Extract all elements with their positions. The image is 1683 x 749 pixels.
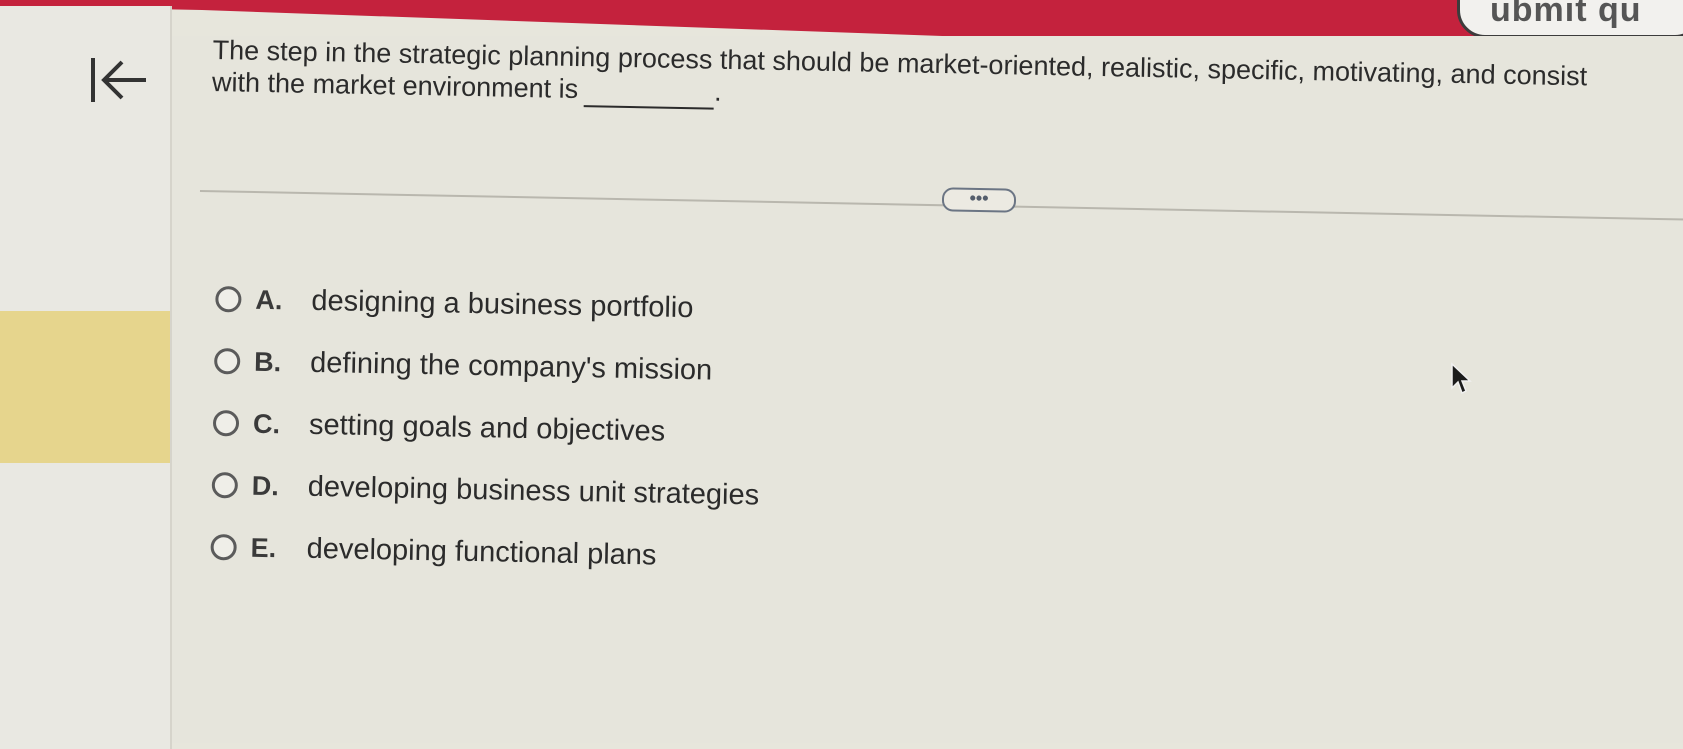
submit-quiz-label: ubmit qu <box>1490 0 1642 29</box>
option-a[interactable]: A. designing a business portfolio <box>215 268 763 340</box>
option-label[interactable]: defining the company's mission <box>310 346 713 387</box>
option-letter: E. <box>250 532 277 563</box>
radio-button-icon[interactable] <box>211 471 239 499</box>
option-d[interactable]: D. developing business unit strategies <box>211 454 759 526</box>
question-line-2-text: with the market environment is <box>211 66 579 105</box>
radio-button-icon[interactable] <box>212 409 240 437</box>
option-label[interactable]: setting goals and objectives <box>309 408 666 448</box>
radio-button-icon[interactable] <box>210 533 237 561</box>
option-letter: C. <box>252 408 281 439</box>
sidebar-current-question-highlight <box>0 311 170 463</box>
option-letter: A. <box>255 284 283 315</box>
radio-button-icon[interactable] <box>213 347 241 375</box>
option-letter: B. <box>253 346 282 377</box>
expand-more-button[interactable]: ••• <box>941 187 1017 213</box>
mouse-pointer-icon <box>1450 362 1472 396</box>
submit-quiz-button[interactable]: ubmit qu <box>1457 0 1683 38</box>
arrow-left-to-bar-icon[interactable] <box>88 52 152 108</box>
option-label[interactable]: developing functional plans <box>306 532 656 572</box>
question-end-punctuation: . <box>713 76 722 107</box>
left-sidebar <box>0 6 172 749</box>
answer-options: A. designing a business portfolio B. def… <box>210 268 763 588</box>
option-b[interactable]: B. defining the company's mission <box>213 330 762 402</box>
option-label[interactable]: developing business unit strategies <box>307 470 760 512</box>
option-label[interactable]: designing a business portfolio <box>311 284 694 324</box>
option-c[interactable]: C. setting goals and objectives <box>212 392 760 464</box>
answer-blank <box>583 73 715 110</box>
radio-button-icon[interactable] <box>215 285 242 313</box>
option-e[interactable]: E. developing functional plans <box>210 516 758 588</box>
option-letter: D. <box>251 470 280 501</box>
